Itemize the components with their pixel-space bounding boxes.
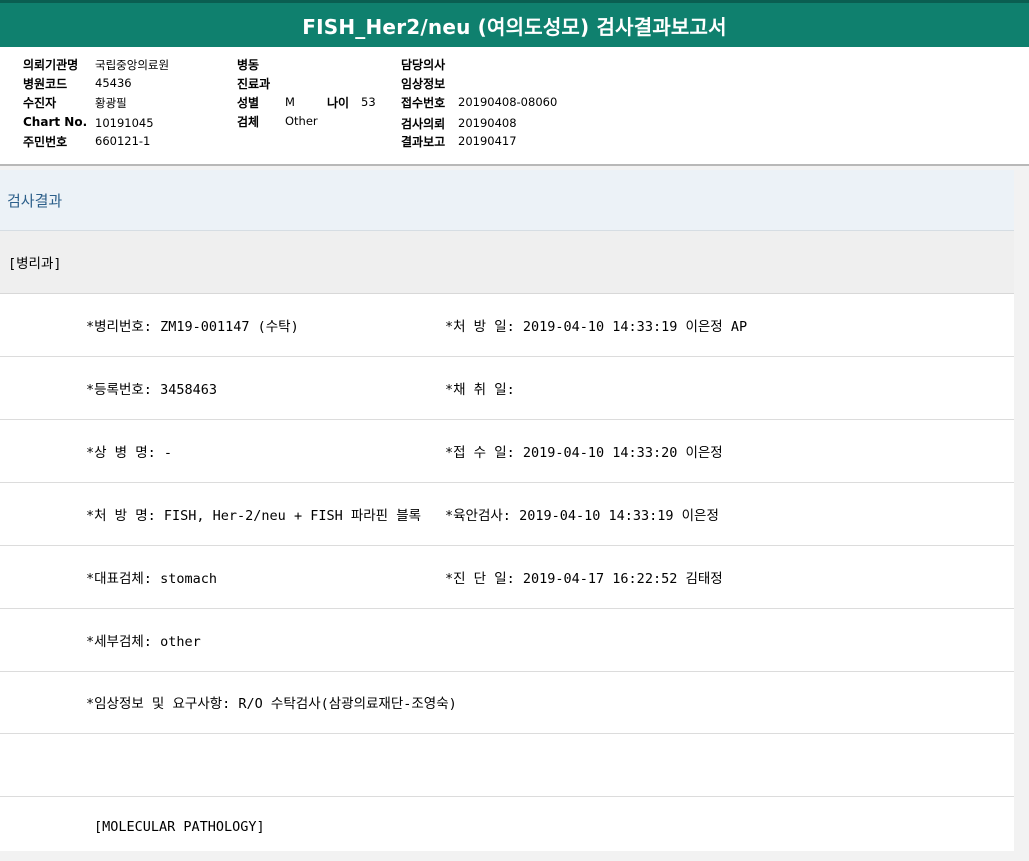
result-row: *대표검체: stomach *진 단 일: 2019-04-17 16:22:… [0,546,1014,609]
result-row: *상 병 명: - *접 수 일: 2019-04-10 14:33:20 이은… [0,420,1014,483]
gross-exam-field: *육안검사: 2019-04-10 14:33:19 이은정 [445,508,719,524]
sex-value: M [285,95,295,109]
result-row: *세부검체: other [0,609,1014,672]
patient-name-label: 수진자 [23,96,57,110]
specimen-label: 검체 [237,115,260,129]
age-value: 53 [361,95,376,109]
diagnosis-name-field: *상 병 명: - [86,445,173,461]
hospital-code-value: 45436 [95,76,132,90]
doctor-label: 담당의사 [401,58,446,72]
report-header: 의뢰기관명 국립중앙의료원 병원코드 45436 수진자 황광필 Chart N… [0,47,1029,166]
result-report-label: 결과보고 [401,135,446,149]
specimen-value: Other [285,114,318,128]
prescription-date-field: *처 방 일: 2019-04-10 14:33:19 이은정 AP [445,319,748,335]
result-row: *병리번호: ZM19-001147 (수탁) *처 방 일: 2019-04-… [0,294,1014,357]
molecular-pathology-heading: [MOLECULAR PATHOLOGY] [94,819,265,835]
department-label: 진료과 [237,77,271,91]
ward-label: 병동 [237,58,260,72]
pathology-no-field: *병리번호: ZM19-001147 (수탁) [86,319,299,335]
resident-no-label: 주민번호 [23,135,68,149]
patient-name-value: 황광필 [95,96,127,110]
age-label: 나이 [327,96,350,110]
report-title: FISH_Her2/neu (여의도성모) 검사결과보고서 [0,0,1029,47]
clinical-request-field: *임상정보 및 요구사항: R/O 수탁검사(삼광의료재단-조영숙) [86,696,457,712]
test-request-label: 검사의뢰 [401,117,446,131]
result-row: *등록번호: 3458463 *채 취 일: [0,357,1014,420]
result-row: *처 방 명: FISH, Her-2/neu + FISH 파라핀 블록 *육… [0,483,1014,546]
registration-no-field: *등록번호: 3458463 [86,382,217,398]
detail-specimen-field: *세부검체: other [86,634,201,650]
receipt-no-value: 20190408-08060 [458,95,558,109]
result-row [0,734,1014,797]
institution-label: 의뢰기관명 [23,58,79,72]
institution-value: 국립중앙의료원 [95,58,170,72]
results-section-title: 검사결과 [0,170,1014,231]
result-report-value: 20190417 [458,134,517,148]
results-sheet: 검사결과 [병리과] *병리번호: ZM19-001147 (수탁) *처 방 … [0,170,1014,851]
clinical-info-label: 임상정보 [401,77,446,91]
department-heading: [병리과] [0,231,1014,294]
sex-label: 성별 [237,96,260,110]
order-name-field: *처 방 명: FISH, Her-2/neu + FISH 파라핀 블록 [86,508,422,524]
receipt-date-field: *접 수 일: 2019-04-10 14:33:20 이은정 [445,445,723,461]
diagnosis-date-field: *진 단 일: 2019-04-17 16:22:52 김태정 [445,571,723,587]
result-row: *임상정보 및 요구사항: R/O 수탁검사(삼광의료재단-조영숙) [0,671,1014,734]
receipt-no-label: 접수번호 [401,96,446,110]
molecular-pathology-row: [MOLECULAR PATHOLOGY] [0,797,1014,851]
collection-date-field: *채 취 일: [445,382,515,398]
hospital-code-label: 병원코드 [23,77,68,91]
chart-no-label: Chart No. [23,115,88,129]
chart-no-value: 10191045 [95,116,154,130]
main-specimen-field: *대표검체: stomach [86,571,217,587]
resident-no-value: 660121-1 [95,134,151,148]
test-request-value: 20190408 [458,116,517,130]
